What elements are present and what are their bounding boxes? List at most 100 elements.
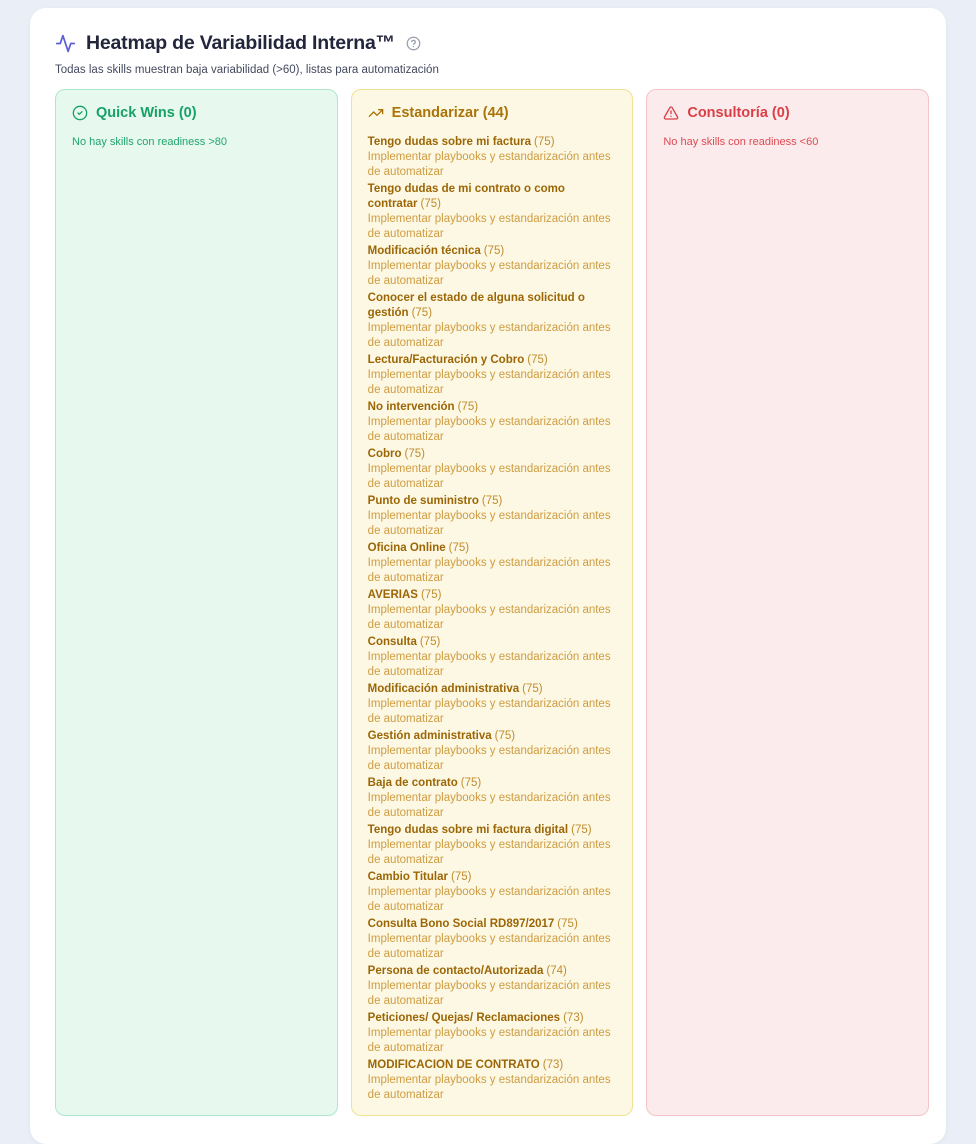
consultoria-title: Consultoría (0) (687, 104, 789, 122)
consultoria-header: Consultoría (0) (663, 104, 912, 122)
skill-recommendation: Implementar playbooks y estandarización … (368, 462, 617, 492)
skill-name: Punto de suministro (368, 495, 479, 507)
skill-item: Modificación administrativa75 Implementa… (368, 682, 617, 727)
skill-item: AVERIAS75 Implementar playbooks y estand… (368, 588, 617, 633)
skill-item: Tengo dudas sobre mi factura digital75 I… (368, 823, 617, 868)
skill-readiness-score: 75 (527, 354, 547, 366)
skill-item: Consulta75 Implementar playbooks y estan… (368, 635, 617, 680)
skill-recommendation: Implementar playbooks y estandarización … (368, 603, 617, 633)
page-title: Heatmap de Variabilidad Interna™ (86, 32, 395, 55)
skill-item: Lectura/Facturación y Cobro75 Implementa… (368, 353, 617, 398)
skill-recommendation: Implementar playbooks y estandarización … (368, 556, 617, 586)
skill-readiness-score: 75 (458, 401, 478, 413)
activity-pulse-icon (55, 33, 76, 54)
quick-wins-column: Quick Wins (0) No hay skills con readine… (55, 89, 338, 1116)
skill-recommendation: Implementar playbooks y estandarización … (368, 1073, 617, 1103)
estandarizar-column: Estandarizar (44) Tengo dudas sobre mi f… (351, 89, 634, 1116)
skill-item: Gestión administrativa75 Implementar pla… (368, 729, 617, 774)
skill-item: Tengo dudas de mi contrato o como contra… (368, 182, 617, 242)
skill-item: Consulta Bono Social RD897/201775 Implem… (368, 917, 617, 962)
skill-name: Tengo dudas sobre mi factura digital (368, 824, 568, 836)
skill-recommendation: Implementar playbooks y estandarización … (368, 838, 617, 868)
skill-readiness-score: 75 (484, 245, 504, 257)
skill-name: Baja de contrato (368, 777, 458, 789)
quick-wins-title: Quick Wins (0) (96, 104, 197, 122)
skill-name: Cobro (368, 448, 402, 460)
skill-readiness-score: 75 (449, 542, 469, 554)
skill-readiness-score: 75 (421, 198, 441, 210)
quick-wins-header: Quick Wins (0) (72, 104, 321, 122)
skill-name: Oficina Online (368, 542, 446, 554)
page-subtitle: Todas las skills muestran baja variabili… (55, 64, 929, 76)
skill-recommendation: Implementar playbooks y estandarización … (368, 791, 617, 821)
skill-readiness-score: 75 (405, 448, 425, 460)
skill-name: Modificación técnica (368, 245, 481, 257)
skill-readiness-score: 75 (534, 136, 554, 148)
skill-item: MODIFICACION DE CONTRATO73 Implementar p… (368, 1058, 617, 1103)
skill-name: Lectura/Facturación y Cobro (368, 354, 525, 366)
skill-recommendation: Implementar playbooks y estandarización … (368, 509, 617, 539)
skill-recommendation: Implementar playbooks y estandarización … (368, 885, 617, 915)
skill-list: Tengo dudas sobre mi factura75 Implement… (368, 135, 617, 1103)
alert-triangle-icon (663, 105, 679, 121)
skill-item: Baja de contrato75 Implementar playbooks… (368, 776, 617, 821)
skill-recommendation: Implementar playbooks y estandarización … (368, 979, 617, 1009)
skill-item: Modificación técnica75 Implementar playb… (368, 244, 617, 289)
skill-recommendation: Implementar playbooks y estandarización … (368, 368, 617, 398)
estandarizar-title: Estandarizar (44) (392, 104, 509, 122)
heatmap-card: Heatmap de Variabilidad Interna™ Todas l… (30, 8, 946, 1144)
skill-item: Tengo dudas sobre mi factura75 Implement… (368, 135, 617, 180)
skill-readiness-score: 75 (451, 871, 471, 883)
skill-readiness-score: 74 (546, 965, 566, 977)
skill-readiness-score: 73 (563, 1012, 583, 1024)
skill-name: Modificación administrativa (368, 683, 519, 695)
skill-item: Persona de contacto/Autorizada74 Impleme… (368, 964, 617, 1009)
skill-item: Punto de suministro75 Implementar playbo… (368, 494, 617, 539)
consultoria-empty-message: No hay skills con readiness <60 (663, 135, 912, 150)
skill-readiness-score: 75 (522, 683, 542, 695)
skill-readiness-score: 75 (461, 777, 481, 789)
heatmap-columns: Quick Wins (0) No hay skills con readine… (55, 89, 929, 1116)
skill-name: Cambio Titular (368, 871, 448, 883)
help-circle-icon[interactable] (406, 36, 421, 51)
skill-name: Consulta Bono Social RD897/2017 (368, 918, 555, 930)
skill-name: Consulta (368, 636, 417, 648)
skill-item: Cobro75 Implementar playbooks y estandar… (368, 447, 617, 492)
skill-recommendation: Implementar playbooks y estandarización … (368, 212, 617, 242)
skill-name: AVERIAS (368, 589, 418, 601)
skill-name: Persona de contacto/Autorizada (368, 965, 544, 977)
skill-readiness-score: 75 (557, 918, 577, 930)
skill-readiness-score: 75 (412, 307, 432, 319)
skill-recommendation: Implementar playbooks y estandarización … (368, 932, 617, 962)
skill-item: Peticiones/ Quejas/ Reclamaciones73 Impl… (368, 1011, 617, 1056)
skill-item: No intervención75 Implementar playbooks … (368, 400, 617, 445)
skill-item: Oficina Online75 Implementar playbooks y… (368, 541, 617, 586)
skill-recommendation: Implementar playbooks y estandarización … (368, 744, 617, 774)
skill-item: Cambio Titular75 Implementar playbooks y… (368, 870, 617, 915)
skill-name: No intervención (368, 401, 455, 413)
card-header: Heatmap de Variabilidad Interna™ (55, 32, 929, 55)
quick-wins-empty-message: No hay skills con readiness >80 (72, 135, 321, 150)
skill-readiness-score: 75 (495, 730, 515, 742)
trending-up-icon (368, 105, 384, 121)
skill-name: Tengo dudas de mi contrato o como contra… (368, 183, 565, 210)
skill-recommendation: Implementar playbooks y estandarización … (368, 415, 617, 445)
check-circle-icon (72, 105, 88, 121)
skill-readiness-score: 75 (482, 495, 502, 507)
skill-readiness-score: 75 (571, 824, 591, 836)
skill-recommendation: Implementar playbooks y estandarización … (368, 650, 617, 680)
skill-name: MODIFICACION DE CONTRATO (368, 1059, 540, 1071)
estandarizar-header: Estandarizar (44) (368, 104, 617, 122)
skill-name: Gestión administrativa (368, 730, 492, 742)
skill-name: Conocer el estado de alguna solicitud o … (368, 292, 585, 319)
skill-name: Tengo dudas sobre mi factura (368, 136, 531, 148)
skill-readiness-score: 75 (421, 589, 441, 601)
skill-readiness-score: 75 (420, 636, 440, 648)
skill-name: Peticiones/ Quejas/ Reclamaciones (368, 1012, 560, 1024)
skill-recommendation: Implementar playbooks y estandarización … (368, 150, 617, 180)
skill-recommendation: Implementar playbooks y estandarización … (368, 697, 617, 727)
skill-recommendation: Implementar playbooks y estandarización … (368, 1026, 617, 1056)
skill-readiness-score: 73 (543, 1059, 563, 1071)
consultoria-column: Consultoría (0) No hay skills con readin… (646, 89, 929, 1116)
skill-item: Conocer el estado de alguna solicitud o … (368, 291, 617, 351)
